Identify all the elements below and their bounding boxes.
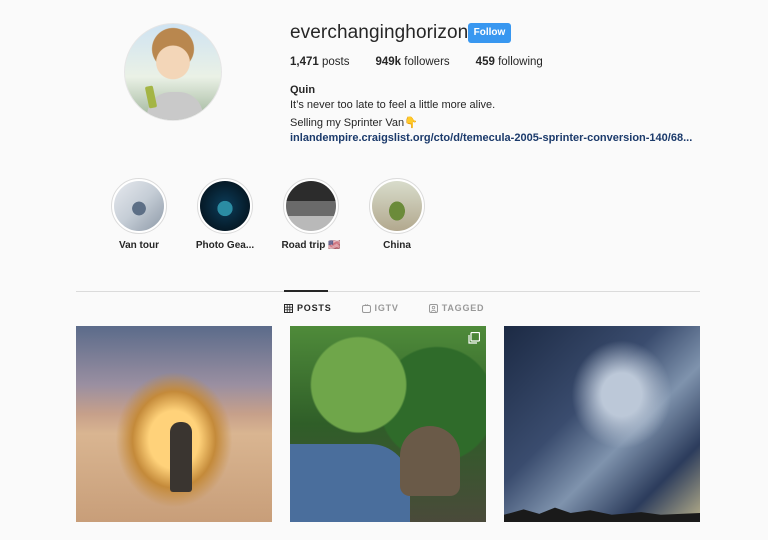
highlight-photo-gear[interactable]: Photo Gea... [182,178,268,251]
following-stat[interactable]: 459 following [476,56,543,68]
followers-count: 949k [375,56,402,68]
highlight-label: Van tour [118,240,159,251]
highlight-cover [286,181,336,231]
highlight-label: Road trip 🇺🇸 [281,240,341,251]
tab-igtv[interactable]: IGTV [361,303,399,313]
posts-label: posts [321,56,350,68]
highlight-china[interactable]: China [354,178,440,251]
tab-label: POSTS [297,303,332,313]
profile-stats: 1,471 posts 949k followers 459 following [290,56,569,68]
highlight-road-trip[interactable]: Road trip 🇺🇸 [268,178,354,251]
profile-full-name: Quin [290,84,316,96]
tab-label: TAGGED [441,303,485,313]
igtv-icon [361,303,371,313]
highlight-label: China [383,240,411,251]
story-highlights: Van tour Photo Gea... Road trip 🇺🇸 China [96,178,440,251]
posts-grid [76,326,700,522]
followers-label: followers [404,56,450,68]
highlight-cover [200,181,250,231]
post-thumbnail-desert[interactable] [76,326,272,522]
highlight-van-tour[interactable]: Van tour [96,178,182,251]
profile-avatar[interactable] [124,23,222,121]
following-count: 459 [475,56,495,68]
section-divider [76,291,700,292]
post-thumbnail-tapir[interactable] [290,326,486,522]
highlight-ring [283,178,339,234]
following-label: following [498,56,543,68]
tab-posts[interactable]: POSTS [284,303,332,313]
post-animal [400,426,460,496]
followers-stat[interactable]: 949k followers [375,56,449,68]
post-arm [290,444,410,522]
highlight-ring [111,178,167,234]
tab-tagged[interactable]: TAGGED [428,303,485,313]
active-tab-indicator [284,290,328,292]
bio-link[interactable]: inlandempire.craigslist.org/cto/d/temecu… [290,132,692,144]
highlight-cover [372,181,422,231]
posts-count: 1,471 [290,56,319,68]
tag-icon [428,303,438,313]
posts-stat: 1,471 posts [290,56,349,68]
highlight-ring [197,178,253,234]
profile-tabs: POSTS IGTV TAGGED [284,303,514,313]
bio-line-1: It’s never too late to feel a little mor… [290,99,496,111]
profile-username: everchanginghorizon [290,22,469,43]
highlight-ring [369,178,425,234]
highlight-cover [114,181,164,231]
post-thumbnail-milky-way[interactable] [504,326,700,522]
bio-line-2: Selling my Sprinter Van👇 [290,117,418,129]
post-horizon [504,507,700,522]
multiple-images-icon [468,332,480,344]
follow-button[interactable]: Follow [468,23,511,43]
grid-icon [284,303,293,313]
post-figure [170,422,192,492]
highlight-label: Photo Gea... [195,240,255,251]
tab-label: IGTV [374,303,399,313]
